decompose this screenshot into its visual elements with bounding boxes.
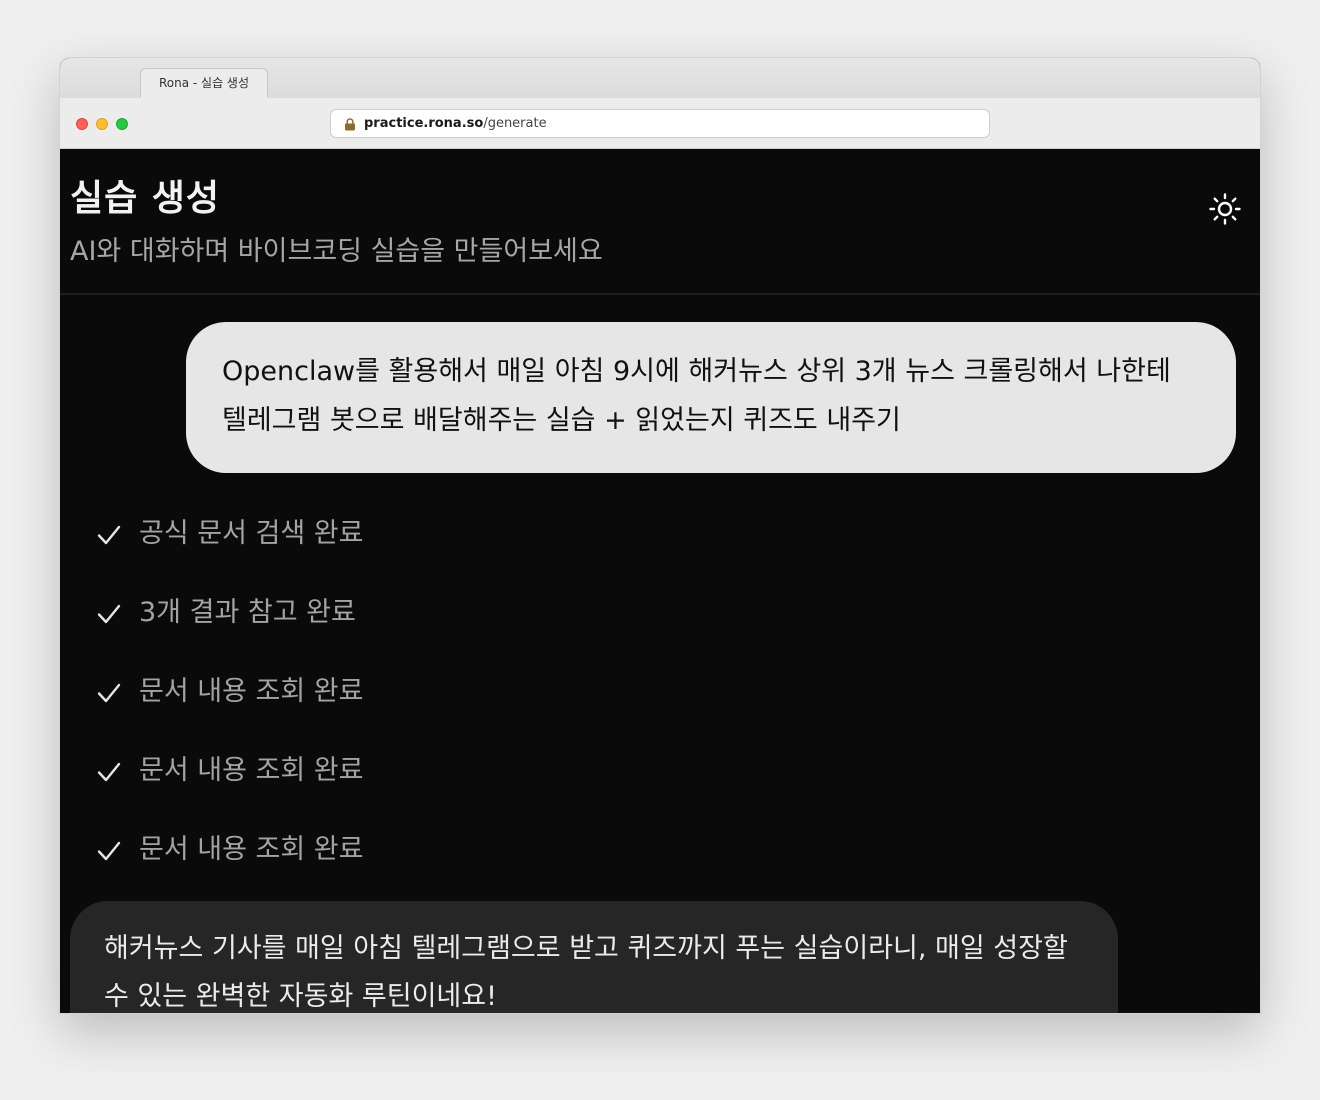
tab-strip: Rona - 실습 생성 [60,58,1260,98]
minimize-window-button[interactable] [96,118,108,130]
page-header: 실습 생성 AI와 대화하며 바이브코딩 실습을 만들어보세요 [60,149,1260,295]
tool-step: 3개 결과 참고 완료 [96,588,696,667]
tool-steps-list: 공식 문서 검색 완료 3개 결과 참고 완료 문서 내용 조회 완료 문서 내… [96,509,696,904]
url-domain: practice.rona.so [364,116,484,131]
page-title: 실습 생성 [70,178,221,219]
tool-step: 문서 내용 조회 완료 [96,825,696,904]
check-icon [97,683,121,703]
sun-icon[interactable] [1208,192,1242,226]
tool-step-label: 3개 결과 참고 완료 [139,597,356,628]
tool-step: 공식 문서 검색 완료 [96,509,696,588]
url-path: /generate [483,116,547,131]
check-icon [97,604,121,624]
assistant-message-bubble: 해커뉴스 기사를 매일 아침 텔레그램으로 받고 퀴즈까지 푸는 실습이라니, … [70,901,1118,1013]
tool-step: 문서 내용 조회 완료 [96,667,696,746]
tool-step-label: 공식 문서 검색 완료 [139,518,364,549]
lock-icon [345,118,355,131]
check-icon [97,841,121,861]
url-text[interactable]: practice.rona.so/generate [364,110,547,137]
close-window-button[interactable] [76,118,88,130]
tool-step-label: 문서 내용 조회 완료 [139,834,364,865]
page-content: 실습 생성 AI와 대화하며 바이브코딩 실습을 만들어보세요 Openclaw… [60,149,1260,1013]
check-icon [97,525,121,545]
page-subtitle: AI와 대화하며 바이브코딩 실습을 만들어보세요 [70,236,603,267]
browser-window: Rona - 실습 생성 practice.rona.so/generate 실… [60,58,1260,1013]
browser-tab[interactable]: Rona - 실습 생성 [140,68,268,98]
address-bar[interactable]: practice.rona.so/generate [330,109,990,138]
maximize-window-button[interactable] [116,118,128,130]
browser-toolbar: practice.rona.so/generate [60,98,1260,149]
tool-step: 문서 내용 조회 완료 [96,746,696,825]
check-icon [97,762,121,782]
tool-step-label: 문서 내용 조회 완료 [139,755,364,786]
user-message-bubble: Openclaw를 활용해서 매일 아침 9시에 해커뉴스 상위 3개 뉴스 크… [186,322,1236,473]
tool-step-label: 문서 내용 조회 완료 [139,676,364,707]
